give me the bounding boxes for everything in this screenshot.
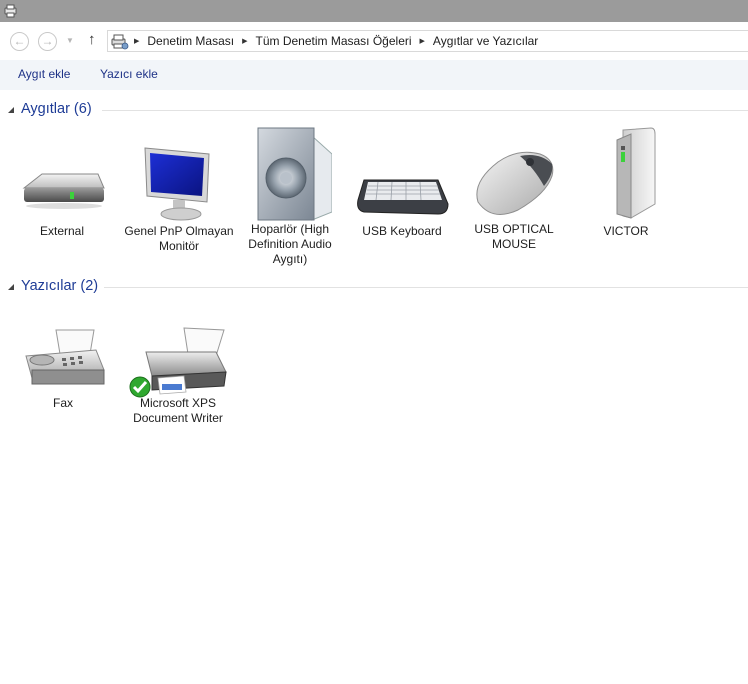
printer-label: Fax bbox=[52, 396, 73, 410]
chevron-down-icon[interactable]: ▼ bbox=[66, 36, 74, 45]
group-header-printers[interactable]: Yazıcılar (2) bbox=[0, 278, 748, 298]
printer-item-xps[interactable]: Microsoft XPS Document Writer bbox=[123, 326, 233, 426]
device-item-monitor[interactable]: Genel PnP Olmayan Monitör bbox=[124, 140, 234, 254]
mouse-icon bbox=[476, 151, 554, 215]
address-bar[interactable]: ▶ Denetim Masası ▶ Tüm Denetim Masası Öğ… bbox=[107, 30, 748, 52]
fax-icon bbox=[25, 329, 105, 385]
devices-printers-icon bbox=[4, 4, 17, 18]
group-title: Aygıtlar (6) bbox=[21, 101, 92, 117]
device-item-mouse[interactable]: USB OPTICAL MOUSE bbox=[459, 148, 569, 252]
default-checkmark-icon bbox=[129, 376, 151, 398]
devices-printers-icon bbox=[111, 34, 129, 50]
back-arrow-icon[interactable]: ← bbox=[10, 32, 29, 51]
group-divider bbox=[102, 110, 748, 111]
external-drive-icon bbox=[22, 173, 105, 209]
keyboard-icon bbox=[357, 179, 449, 215]
breadcrumb-item[interactable]: Tüm Denetim Masası Öğeleri bbox=[255, 34, 411, 48]
group-title: Yazıcılar (2) bbox=[21, 278, 99, 294]
breadcrumb-separator-icon[interactable]: ▶ bbox=[242, 37, 247, 45]
device-label: USB OPTICAL MOUSE bbox=[474, 222, 554, 251]
add-device-button[interactable]: Aygıt ekle bbox=[18, 67, 70, 81]
group-header-devices[interactable]: Aygıtlar (6) bbox=[0, 101, 748, 121]
collapse-icon[interactable] bbox=[8, 107, 14, 113]
breadcrumb-separator-icon[interactable]: ▶ bbox=[420, 37, 425, 45]
device-item-speaker[interactable]: Hoparlör (High Definition Audio Aygıtı) bbox=[235, 126, 345, 267]
forward-arrow-icon[interactable]: → bbox=[38, 32, 57, 51]
device-label: USB Keyboard bbox=[362, 224, 442, 238]
device-item-victor[interactable]: VICTOR bbox=[571, 126, 681, 239]
printer-label: Microsoft XPS Document Writer bbox=[133, 396, 223, 425]
group-divider bbox=[104, 287, 748, 288]
add-printer-button[interactable]: Yazıcı ekle bbox=[100, 67, 158, 81]
command-bar: Aygıt ekle Yazıcı ekle bbox=[0, 60, 748, 90]
title-bar bbox=[0, 0, 748, 22]
device-label: VICTOR bbox=[603, 224, 649, 238]
device-label: Genel PnP Olmayan Monitör bbox=[124, 224, 234, 253]
collapse-icon[interactable] bbox=[8, 284, 14, 290]
device-item-keyboard[interactable]: USB Keyboard bbox=[347, 170, 457, 239]
device-label: Hoparlör (High Definition Audio Aygıtı) bbox=[248, 222, 332, 266]
up-arrow-icon[interactable]: ↑ bbox=[88, 31, 96, 48]
breadcrumb-separator-icon[interactable]: ▶ bbox=[134, 37, 139, 45]
navigation-bar: ← → ▼ ↑ ▶ Denetim Masası ▶ Tüm Denetim M… bbox=[0, 22, 748, 60]
speaker-icon bbox=[257, 127, 332, 221]
device-label: External bbox=[39, 224, 85, 238]
breadcrumb: ▶ Denetim Masası ▶ Tüm Denetim Masası Öğ… bbox=[134, 31, 538, 51]
breadcrumb-item[interactable]: Denetim Masası bbox=[147, 34, 234, 48]
printer-item-fax[interactable]: Fax bbox=[8, 326, 118, 411]
monitor-icon bbox=[144, 147, 210, 221]
computer-tower-icon bbox=[616, 127, 656, 219]
device-item-external[interactable]: External bbox=[7, 160, 117, 239]
breadcrumb-item[interactable]: Aygıtlar ve Yazıcılar bbox=[433, 34, 538, 48]
